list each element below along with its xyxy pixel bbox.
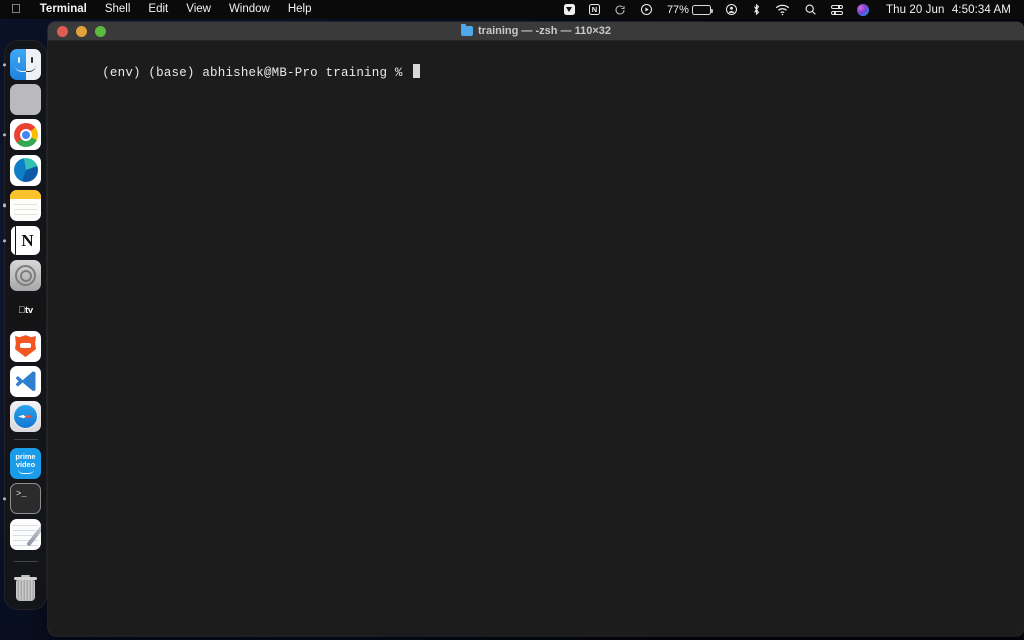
clock-date: Thu 20 Jun (885, 3, 945, 16)
dock-separator-trash (13, 560, 38, 562)
dock-item-vscode[interactable] (10, 365, 41, 397)
dock-item-launchpad[interactable] (10, 84, 41, 116)
wifi-icon[interactable] (768, 0, 797, 19)
terminal-icon: >_ (10, 483, 41, 515)
folder-icon (461, 24, 474, 36)
menu-item-terminal[interactable]: Terminal (31, 0, 96, 19)
dock-item-terminal[interactable]: >_ (3, 483, 41, 515)
terminal-body[interactable]: (env) (base) abhishek@MB-Pro training % (48, 41, 1024, 636)
dock-item-trash[interactable] (10, 570, 41, 601)
dock-item-notion[interactable]: N (3, 225, 41, 257)
terminal-titlebar[interactable]: training — -zsh — 110×32 (48, 22, 1024, 41)
running-indicator (3, 63, 7, 67)
traffic-lights (48, 25, 106, 37)
running-indicator (3, 497, 7, 501)
running-indicator (3, 238, 7, 243)
terminal-prompt: (env) (base) abhishek@MB-Pro training % (102, 66, 411, 80)
window-title-group: training — -zsh — 110×32 (48, 24, 1024, 37)
search-icon[interactable] (797, 0, 824, 19)
minimize-button[interactable] (76, 25, 87, 37)
apple-tv-label: tv (21, 305, 33, 317)
apple-menu-icon[interactable]:  (0, 0, 31, 18)
clock-time: 4:50:34 AM (951, 3, 1011, 16)
menu-item-shell[interactable]: Shell (96, 0, 140, 19)
window-title: training — -zsh — 110×32 (478, 25, 611, 37)
dock-separator (13, 439, 38, 441)
trash-icon (10, 570, 41, 601)
disk-utility-icon (10, 260, 41, 292)
menu-item-help[interactable]: Help (279, 0, 321, 19)
menu-bar:  Terminal Shell Edit View Window Help N (0, 0, 1024, 19)
menu-item-view[interactable]: View (177, 0, 220, 19)
menu-bar-left:  Terminal Shell Edit View Window Help (0, 0, 321, 19)
apple-tv-icon: tv (10, 295, 41, 327)
notes-icon (10, 189, 41, 221)
sync-icon[interactable] (607, 0, 633, 19)
dock-item-chrome[interactable] (3, 119, 41, 151)
terminal-cursor (413, 64, 421, 78)
dock-item-finder[interactable] (3, 49, 41, 81)
textedit-icon (10, 518, 41, 550)
menu-item-window[interactable]: Window (220, 0, 279, 19)
finder-icon (10, 49, 41, 81)
chrome-icon (10, 119, 41, 151)
desktop:  Terminal Shell Edit View Window Help N (0, 0, 1024, 640)
notion-menubar-letter: N (588, 4, 600, 15)
running-indicator (3, 203, 7, 207)
dropbox-icon[interactable] (557, 0, 582, 19)
running-indicator (3, 133, 7, 137)
menu-bar-clock[interactable]: Thu 20 Jun 4:50:34 AM (876, 4, 1017, 16)
dock-item-textedit[interactable] (10, 518, 41, 550)
battery-icon (691, 4, 713, 15)
notion-menubar-icon[interactable]: N (582, 0, 607, 19)
menu-bar-status-area: N 77% Thu 20 Jun 4:50:34 AM (557, 0, 1024, 19)
menu-item-edit[interactable]: Edit (139, 0, 177, 19)
dock: N tv prime (3, 40, 47, 610)
zoom-button[interactable] (95, 25, 106, 37)
notion-icon: N (10, 225, 41, 257)
close-button[interactable] (57, 25, 68, 37)
dock-item-disk-utility[interactable] (10, 260, 41, 292)
prime-line-2: video (15, 459, 36, 469)
bluetooth-icon[interactable] (745, 0, 768, 19)
vscode-icon (10, 365, 41, 397)
siri-icon[interactable] (850, 0, 876, 19)
dock-item-brave[interactable] (10, 330, 41, 362)
dock-item-notes[interactable] (3, 189, 41, 221)
play-circle-icon[interactable] (633, 0, 660, 19)
battery-status[interactable]: 77% (660, 0, 718, 19)
dock-item-edge[interactable] (10, 154, 41, 186)
brave-icon (10, 330, 41, 362)
notion-icon-letter: N (21, 231, 34, 251)
dock-item-safari[interactable] (10, 400, 41, 432)
control-center-icon[interactable] (824, 0, 850, 19)
terminal-window[interactable]: training — -zsh — 110×32 (env) (base) ab… (48, 22, 1024, 636)
prime-video-icon: prime video (10, 448, 41, 480)
dock-item-apple-tv[interactable]: tv (10, 295, 41, 327)
dock-item-prime-video[interactable]: prime video (10, 448, 41, 480)
edge-icon (10, 154, 41, 186)
battery-percent-label: 77% (666, 3, 689, 16)
safari-icon (10, 400, 41, 432)
account-circle-icon[interactable] (718, 0, 745, 19)
launchpad-icon (10, 84, 41, 116)
